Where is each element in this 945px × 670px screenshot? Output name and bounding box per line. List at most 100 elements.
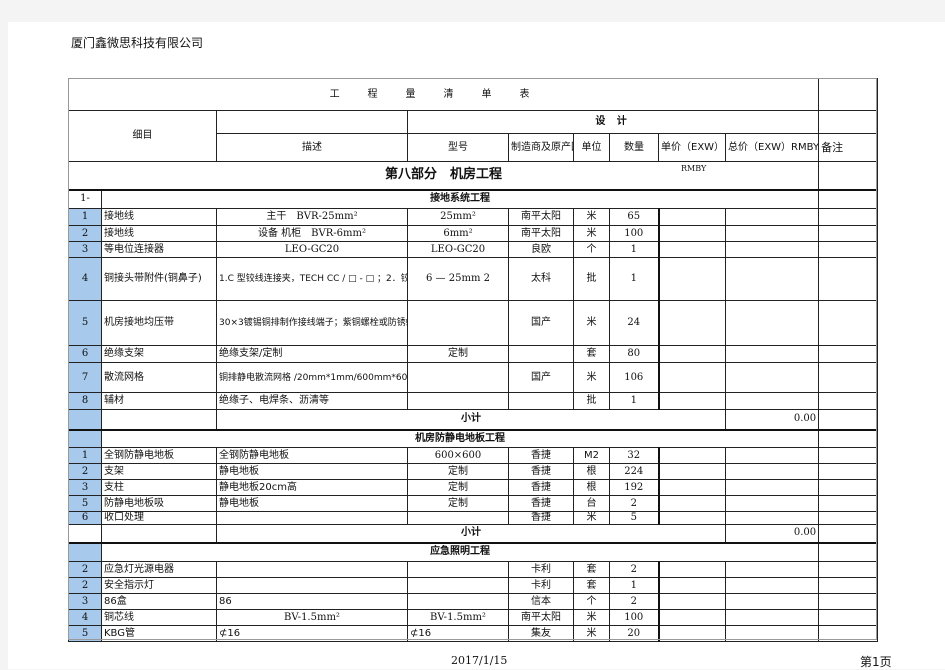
item-remark xyxy=(818,241,879,258)
section-title: 接地系统工程 xyxy=(100,188,820,209)
item-remark xyxy=(818,561,879,578)
item-unit-price xyxy=(658,495,726,512)
item-unit-price xyxy=(658,577,726,594)
row-number: 3 xyxy=(68,241,102,258)
table-row: 1 全钢防静电地板 全钢防静电地板 600×600 香捷 M2 32 xyxy=(68,447,879,464)
table-row: 6 绝缘支架 绝缘支架/定制 定制 套 80 xyxy=(68,345,879,363)
item-unit-price xyxy=(658,593,726,610)
item-name: 防静电地板吸 xyxy=(101,495,217,512)
item-unit: 根 xyxy=(573,463,610,480)
item-name: 绝缘支架 xyxy=(101,345,217,363)
item-remark xyxy=(818,609,879,626)
item-unit-price xyxy=(658,257,726,301)
item-model xyxy=(407,300,509,346)
item-manufacturer: 南平太阳 xyxy=(508,609,574,626)
item-description: 1.C 型铰线连接夹，TECH CC / □ - □ ；2．铰线十字连接夹， T… xyxy=(216,257,408,301)
subtotal-remark-cell xyxy=(818,524,879,543)
item-manufacturer: 香捷 xyxy=(508,463,574,480)
item-unit: 批 xyxy=(573,257,610,301)
item-quantity: 2 xyxy=(609,561,660,578)
section-remark-cell xyxy=(818,188,879,209)
row-number: 2 xyxy=(68,463,102,480)
item-model: ⊄16 xyxy=(407,625,509,642)
table-row: 6 收口处理 香捷米 5 xyxy=(68,511,879,525)
item-total-price xyxy=(724,577,820,594)
table-row: 7散流网格铜排静电散流网格 /20mm*1mm/600mm*600mm 国产米10… xyxy=(68,362,879,393)
header-total-price: 总价（EXW）RMBY xyxy=(724,133,820,162)
item-manufacturer: 良欧 xyxy=(508,241,574,258)
part-title-row: 第八部分 机房工程 RMBY xyxy=(67,161,879,190)
item-total-price xyxy=(724,241,820,258)
row-number: 2 xyxy=(68,561,102,578)
item-remark xyxy=(818,511,879,525)
item-total-price xyxy=(724,561,820,578)
item-total-price xyxy=(724,479,820,496)
item-total-price xyxy=(724,345,820,363)
header-unit: 单位 xyxy=(573,133,610,162)
item-quantity: 1 xyxy=(609,577,660,594)
item-description: 绝缘支架/定制 xyxy=(216,345,408,363)
header-manufacturer: 制造商及原产国 xyxy=(508,133,574,162)
item-quantity: 24 xyxy=(609,300,660,346)
item-unit: 米 xyxy=(573,625,610,642)
item-description xyxy=(216,511,408,525)
item-model xyxy=(407,392,509,410)
header-unit-price: 单价（EXW） xyxy=(658,133,726,162)
item-model: BV-1.5mm² xyxy=(407,609,509,626)
table-row: 1 接地线 主干 BVR-25mm² 25mm² 南平太阳米 65 xyxy=(68,208,879,226)
header-desc-blank xyxy=(216,110,408,134)
unit-price-currency: RMBY xyxy=(681,164,707,173)
row-number: 5 xyxy=(68,300,102,346)
subtotal-index-cell xyxy=(68,409,102,430)
item-model: 6mm² xyxy=(407,225,509,242)
row-number: 6 xyxy=(68,345,102,363)
table-row: 2 应急灯光源电器 卡利套 2 xyxy=(68,561,879,578)
sheet-title: 工程量清单表 xyxy=(67,78,820,111)
item-quantity: 1 xyxy=(609,241,660,258)
table-row: 5机房接地均压带30×3镀锡铜排制作接线端子；紫铜螺栓或防锈螺栓，端子孔径φ 8… xyxy=(68,300,879,346)
part-remark-cell xyxy=(818,161,879,190)
item-quantity: 192 xyxy=(609,479,660,496)
item-description: 主干 BVR-25mm² xyxy=(216,208,408,226)
item-unit: 米 xyxy=(573,362,610,393)
row-number: 5 xyxy=(68,625,102,642)
item-description: LEO-GC20 xyxy=(216,241,408,258)
item-description: 铜排静电散流网格 /20mm*1mm/600mm*600mm xyxy=(216,362,408,393)
item-unit-price xyxy=(658,241,726,258)
item-remark xyxy=(818,463,879,480)
item-unit: 套 xyxy=(573,345,610,363)
item-unit: 套 xyxy=(573,561,610,578)
item-name: 支柱 xyxy=(101,479,217,496)
item-model xyxy=(407,561,509,578)
row-number: 4 xyxy=(68,257,102,301)
item-model: 6 — 25mm 2 xyxy=(407,257,509,301)
item-model: 定制 xyxy=(407,495,509,512)
item-total-price xyxy=(724,392,820,410)
section-header-row: 应急照明工程 xyxy=(68,541,879,562)
subtotal-value: 0.00 xyxy=(724,409,820,430)
item-unit-price xyxy=(658,208,726,226)
footer-page-number: 第1页 xyxy=(860,655,892,669)
subtotal-label: 小计 xyxy=(216,409,726,430)
item-remark xyxy=(818,593,879,610)
table-row: 4 铜接头带附件(铜鼻子) 1.C 型铰线连接夹，TECH CC / □ - □ ；… xyxy=(68,257,879,301)
item-remark xyxy=(818,495,879,512)
company-name: 厦门鑫微思科技有限公司 xyxy=(71,36,204,50)
item-quantity: 2 xyxy=(609,593,660,610)
table-row: 5 KBG管 ⊄16 ⊄16 集友米 20 xyxy=(68,625,879,642)
item-manufacturer: 香捷 xyxy=(508,479,574,496)
header-quantity: 数量 xyxy=(609,133,659,162)
subtotal-blank-cell xyxy=(101,409,217,430)
header-row-1: 细目 设 计 xyxy=(68,110,879,162)
row-number: 1 xyxy=(68,447,102,464)
item-name: 全钢防静电地板 xyxy=(101,447,217,464)
section-remark-cell xyxy=(818,541,879,562)
item-name: 收口处理 xyxy=(101,511,217,525)
item-name: 接地线 xyxy=(101,225,217,242)
section-title: 应急照明工程 xyxy=(100,541,820,562)
item-unit: 套 xyxy=(573,577,610,594)
item-total-price xyxy=(724,362,820,393)
item-quantity: 2 xyxy=(609,495,660,512)
section-index xyxy=(68,541,102,562)
item-manufacturer: 集友 xyxy=(508,625,574,642)
